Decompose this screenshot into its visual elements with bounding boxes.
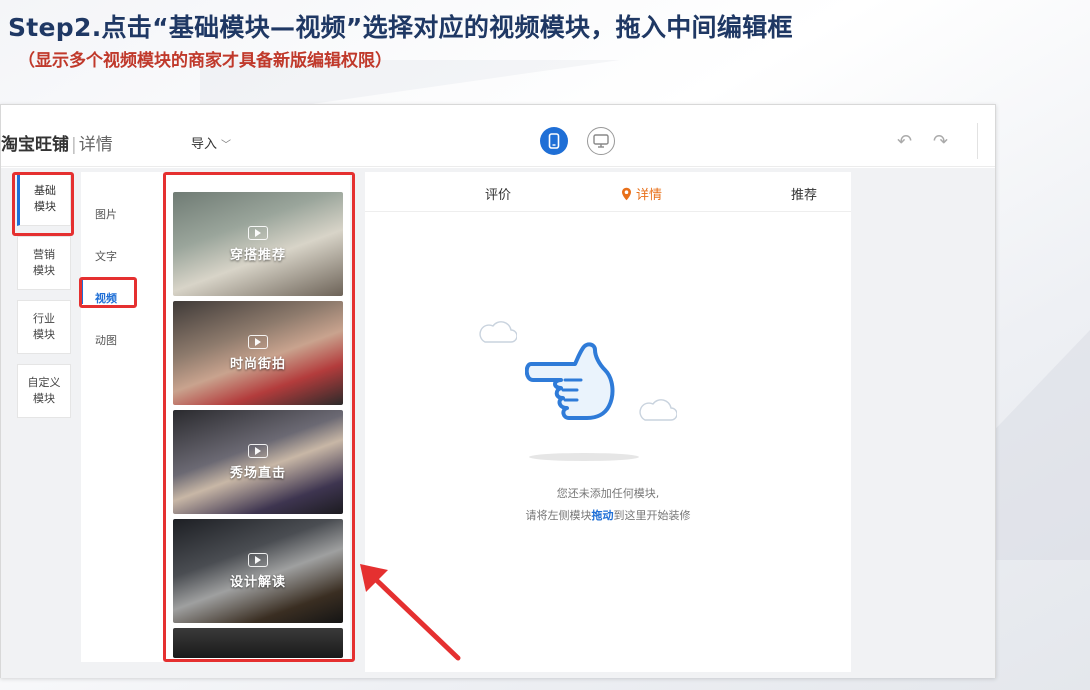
category-label: 基础 模块 [34, 184, 56, 213]
category-label: 行业 模块 [33, 312, 55, 341]
cloud-icon [639, 399, 677, 421]
editor-workarea: 基础 模块 营销 模块 行业 模块 自定义 模块 图片 文字 视频 动图 穿搭推… [1, 168, 995, 678]
video-module-runway[interactable]: 秀场直击 [173, 410, 343, 514]
category-custom[interactable]: 自定义 模块 [17, 364, 71, 418]
tab-detail[interactable]: 详情 [621, 184, 662, 203]
video-module-list: 穿搭推荐 时尚街拍 秀场直击 设计解读 [164, 172, 350, 662]
video-module-outfit[interactable]: 穿搭推荐 [173, 192, 343, 296]
empty-hint-prefix: 请将左侧模块 [525, 509, 592, 522]
category-label: 自定义 模块 [27, 376, 61, 405]
subcategory-image[interactable]: 图片 [95, 206, 117, 222]
empty-hint-drag: 拖动 [591, 509, 614, 522]
video-play-icon [248, 552, 268, 567]
tab-evaluation[interactable]: 评价 [485, 184, 511, 203]
category-basic[interactable]: 基础 模块 [17, 172, 71, 226]
step-title: Step2.点击“基础模块—视频”选择对应的视频模块，拖入中间编辑框 [8, 13, 793, 42]
subcategory-video[interactable]: 视频 [95, 290, 117, 306]
red-arrow-icon [360, 564, 461, 661]
category-industry[interactable]: 行业 模块 [17, 300, 71, 354]
undo-icon[interactable]: ↶ [897, 131, 912, 152]
editor-topbar: 淘宝旺铺 | 详情 导入 ﹀ ↶ ↷ [1, 105, 995, 167]
cloud-icon [479, 321, 517, 343]
desktop-view-button[interactable] [587, 127, 615, 155]
redo-icon[interactable]: ↷ [933, 131, 948, 152]
empty-hint-suffix: 到这里开始装修 [613, 509, 691, 522]
video-module-label: 时尚街拍 [229, 356, 286, 372]
mobile-view-button[interactable] [540, 127, 568, 155]
illustration-shadow [529, 453, 639, 461]
subcategory-text[interactable]: 文字 [95, 248, 117, 264]
video-module-label: 设计解读 [229, 574, 286, 590]
tab-recommend[interactable]: 推荐 [791, 184, 817, 203]
brand-logo: 淘宝旺铺 | 详情 [1, 130, 113, 155]
video-module-partial[interactable] [173, 628, 343, 658]
module-category-list: 基础 模块 营销 模块 行业 模块 自定义 模块 [17, 172, 73, 428]
tab-detail-label: 详情 [636, 188, 663, 203]
video-play-icon [248, 334, 268, 349]
mobile-icon [548, 133, 560, 149]
video-play-icon [248, 443, 268, 458]
empty-hint-line2: 请将左侧模块拖动到这里开始装修 [365, 507, 851, 523]
preview-tabbar: 评价 详情 推荐 [365, 172, 851, 212]
empty-hint-line1: 您还未添加任何模块, [556, 487, 660, 500]
category-label: 营销 模块 [33, 248, 55, 277]
module-subcategory-list: 图片 文字 视频 动图 [81, 172, 163, 662]
slide-heading: Step2.点击“基础模块—视频”选择对应的视频模块，拖入中间编辑框 （显示多个… [8, 8, 793, 71]
step-subtitle: （显示多个视频模块的商家才具备新版编辑权限） [18, 51, 392, 71]
video-module-label: 穿搭推荐 [229, 247, 286, 263]
video-module-label: 秀场直击 [229, 465, 286, 481]
subcategory-gif[interactable]: 动图 [95, 332, 117, 348]
editor-window: 淘宝旺铺 | 详情 导入 ﹀ ↶ ↷ 基础 模块 营销 模块 行业 模块 自定义 模块… [0, 104, 996, 678]
page-label: 详情 [78, 135, 113, 155]
import-dropdown[interactable]: 导入 ﹀ [191, 133, 231, 152]
category-marketing[interactable]: 营销 模块 [17, 236, 71, 290]
video-module-design[interactable]: 设计解读 [173, 519, 343, 623]
import-label: 导入 [191, 137, 218, 152]
brand-divider: | [71, 135, 77, 155]
video-module-street[interactable]: 时尚街拍 [173, 301, 343, 405]
location-pin-icon [622, 187, 631, 201]
pointing-hand-icon [525, 342, 615, 420]
chevron-down-icon: ﹀ [221, 140, 232, 151]
desktop-icon [593, 134, 609, 148]
toolbar-divider [977, 123, 978, 159]
video-play-icon [248, 225, 268, 240]
brand-name: 淘宝旺铺 [1, 135, 69, 155]
active-indicator [81, 280, 83, 304]
